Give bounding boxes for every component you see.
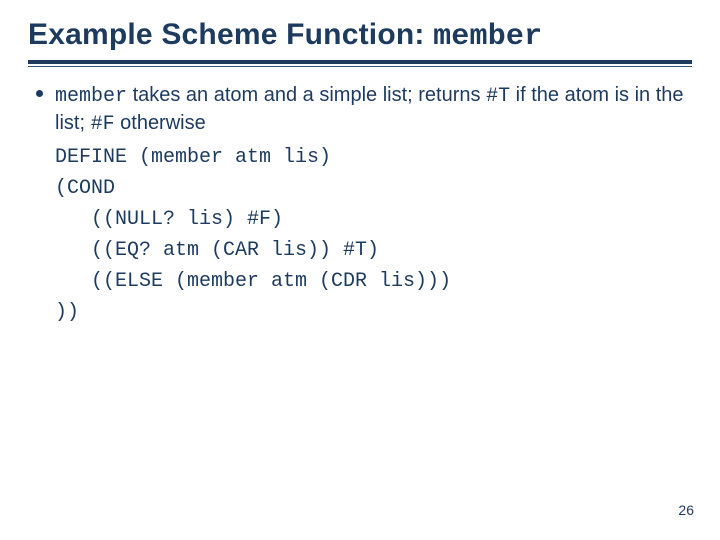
desc-seg2: takes an atom and a simple list; returns	[127, 84, 486, 106]
desc-seg6: otherwise	[115, 112, 206, 134]
body: member takes an atom and a simple list; …	[28, 82, 692, 328]
code-line-6: ))	[55, 301, 79, 324]
code-line-3: ((NULL? lis) #F)	[55, 208, 283, 231]
underline-thick	[28, 60, 692, 64]
title-text: Example Scheme Function:	[28, 18, 433, 51]
bullet-content: member takes an atom and a simple list; …	[55, 82, 692, 328]
underline-thin	[28, 66, 692, 67]
title-mono: member	[433, 20, 542, 54]
page-number: 26	[678, 502, 694, 518]
slide-title: Example Scheme Function: member	[28, 18, 692, 54]
desc-seg1: member	[55, 85, 127, 108]
desc-seg3: #T	[486, 85, 510, 108]
slide: Example Scheme Function: member member t…	[0, 0, 720, 540]
code-block: DEFINE (member atm lis) (COND ((NULL? li…	[55, 142, 692, 328]
bullet-icon	[36, 90, 43, 97]
desc-seg5: #F	[91, 113, 115, 136]
code-line-4: ((EQ? atm (CAR lis)) #T)	[55, 239, 379, 262]
title-underline	[28, 60, 692, 66]
description-line: member takes an atom and a simple list; …	[55, 82, 692, 138]
code-line-2: (COND	[55, 177, 115, 200]
code-line-5: ((ELSE (member atm (CDR lis)))	[55, 270, 451, 293]
code-line-1: DEFINE (member atm lis)	[55, 146, 331, 169]
